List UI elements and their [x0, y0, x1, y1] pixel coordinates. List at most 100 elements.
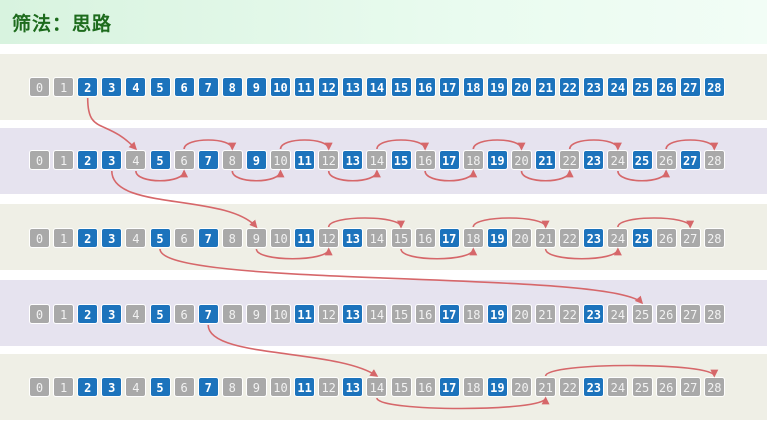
number-cell-2: 2	[77, 150, 99, 170]
number-cell-23: 23	[583, 377, 605, 397]
number-cell-5: 5	[149, 150, 171, 170]
number-cell-21: 21	[535, 150, 557, 170]
number-cell-16: 16	[414, 150, 436, 170]
number-cell-15: 15	[390, 228, 412, 248]
number-cell-2: 2	[77, 377, 99, 397]
number-cell-6: 6	[173, 304, 195, 324]
number-cell-25: 25	[631, 228, 653, 248]
number-cell-10: 10	[270, 77, 291, 97]
number-cell-8: 8	[221, 304, 243, 324]
number-cell-7: 7	[197, 377, 219, 397]
number-cell-20: 20	[511, 150, 532, 170]
number-cell-28: 28	[703, 228, 725, 248]
number-cell-18: 18	[462, 228, 484, 248]
number-cell-13: 13	[342, 304, 364, 324]
number-cell-19: 19	[486, 228, 508, 248]
number-cell-0: 0	[29, 377, 50, 397]
number-cell-25: 25	[631, 377, 653, 397]
number-cell-25: 25	[631, 304, 653, 324]
number-cell-11: 11	[294, 377, 316, 397]
number-cell-12: 12	[318, 150, 340, 170]
number-cell-1: 1	[53, 150, 75, 170]
number-cell-8: 8	[221, 77, 243, 97]
number-cell-11: 11	[294, 228, 316, 248]
number-cell-11: 11	[294, 77, 316, 97]
number-cell-10: 10	[270, 228, 291, 248]
number-cell-3: 3	[101, 377, 123, 397]
number-cell-18: 18	[462, 77, 484, 97]
number-cell-24: 24	[607, 150, 629, 170]
number-cell-8: 8	[221, 228, 243, 248]
page-title: 筛法：思路	[12, 13, 113, 35]
number-cell-2: 2	[77, 228, 99, 248]
number-cell-13: 13	[342, 77, 364, 97]
number-cell-0: 0	[29, 304, 50, 324]
number-cell-15: 15	[390, 150, 412, 170]
number-cell-0: 0	[29, 150, 50, 170]
number-cell-18: 18	[462, 150, 484, 170]
number-cell-8: 8	[221, 150, 243, 170]
number-cell-4: 4	[125, 150, 147, 170]
number-cell-20: 20	[511, 228, 532, 248]
number-cell-15: 15	[390, 304, 412, 324]
number-cell-3: 3	[101, 150, 123, 170]
number-cell-4: 4	[125, 377, 147, 397]
number-cell-5: 5	[149, 304, 171, 324]
header-bar: 筛法：思路	[0, 0, 767, 44]
number-cell-10: 10	[270, 150, 291, 170]
number-cell-26: 26	[655, 377, 677, 397]
number-cell-22: 22	[559, 377, 581, 397]
number-cell-21: 21	[535, 228, 557, 248]
number-cell-13: 13	[342, 150, 364, 170]
number-cell-2: 2	[77, 77, 99, 97]
number-cell-22: 22	[559, 304, 581, 324]
number-cell-10: 10	[270, 377, 291, 397]
number-cell-5: 5	[149, 77, 171, 97]
number-cell-16: 16	[414, 228, 436, 248]
number-cell-20: 20	[511, 304, 532, 324]
number-cell-16: 16	[414, 77, 436, 97]
number-cell-12: 12	[318, 377, 340, 397]
number-cell-6: 6	[173, 77, 195, 97]
number-cell-5: 5	[149, 228, 171, 248]
number-cell-16: 16	[414, 377, 436, 397]
number-cell-9: 9	[245, 228, 267, 248]
number-cell-7: 7	[197, 77, 219, 97]
number-cell-6: 6	[173, 150, 195, 170]
number-cell-0: 0	[29, 228, 50, 248]
number-cell-0: 0	[29, 77, 50, 97]
number-cell-27: 27	[679, 377, 701, 397]
number-cell-27: 27	[679, 150, 701, 170]
number-cell-24: 24	[607, 228, 629, 248]
number-cell-12: 12	[318, 304, 340, 324]
number-cell-25: 25	[631, 150, 653, 170]
number-cell-11: 11	[294, 304, 316, 324]
number-cell-1: 1	[53, 377, 75, 397]
number-cell-19: 19	[486, 77, 508, 97]
number-cell-26: 26	[655, 77, 677, 97]
number-cell-9: 9	[245, 150, 267, 170]
number-cell-23: 23	[583, 150, 605, 170]
number-cell-14: 14	[366, 150, 388, 170]
number-cell-16: 16	[414, 304, 436, 324]
number-cell-21: 21	[535, 377, 557, 397]
number-cell-6: 6	[173, 228, 195, 248]
number-cell-28: 28	[703, 304, 725, 324]
number-cell-14: 14	[366, 77, 388, 97]
number-cell-20: 20	[511, 377, 532, 397]
number-cell-27: 27	[679, 77, 701, 97]
number-cell-18: 18	[462, 377, 484, 397]
number-cell-21: 21	[535, 304, 557, 324]
number-cell-14: 14	[366, 377, 388, 397]
number-cell-17: 17	[438, 377, 460, 397]
number-cell-21: 21	[535, 77, 557, 97]
number-cell-10: 10	[270, 304, 291, 324]
number-cell-5: 5	[149, 377, 171, 397]
number-cell-18: 18	[462, 304, 484, 324]
number-cell-15: 15	[390, 377, 412, 397]
number-cell-7: 7	[197, 150, 219, 170]
number-cell-2: 2	[77, 304, 99, 324]
number-cell-11: 11	[294, 150, 316, 170]
number-cell-28: 28	[703, 377, 725, 397]
number-cell-13: 13	[342, 228, 364, 248]
